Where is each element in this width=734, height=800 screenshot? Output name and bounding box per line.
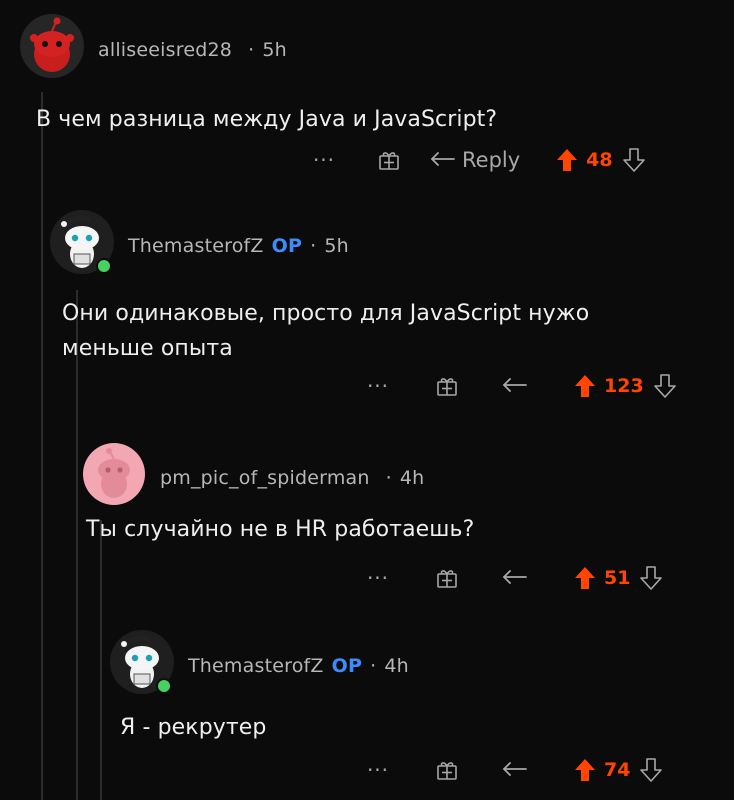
comment-meta: alliseeisred28 · 5h [98, 39, 287, 61]
timestamp: 5h [324, 235, 349, 257]
comment-actions: ··· 123 [360, 368, 676, 404]
comment-meta: ThemasterofZ OP · 4h [188, 655, 409, 677]
op-badge: OP [271, 235, 303, 257]
thread-line[interactable] [100, 520, 102, 800]
award-icon[interactable] [436, 375, 458, 397]
award-icon[interactable] [436, 567, 458, 589]
comment-meta: ThemasterofZ OP · 5h [128, 235, 349, 257]
reply-arrow-icon [431, 152, 455, 166]
comment-text: Ты случайно не в HR работаешь? [86, 517, 475, 542]
downvote-button[interactable] [653, 374, 676, 398]
separator-dot: · [385, 467, 392, 489]
username-link[interactable]: ThemasterofZ [128, 235, 264, 257]
separator-dot: · [370, 655, 377, 677]
comment-text: В чем разница между Java и JavaScript? [36, 107, 498, 132]
reply-arrow-icon [503, 762, 527, 776]
upvote-button[interactable] [574, 566, 596, 590]
reply-button[interactable]: Reply [430, 148, 520, 172]
more-options-button[interactable]: ··· [360, 758, 396, 782]
vote-score: 123 [604, 375, 644, 397]
separator-dot: · [310, 235, 317, 257]
more-options-button[interactable]: ··· [360, 566, 396, 590]
downvote-button[interactable] [622, 148, 645, 172]
reply-label: Reply [462, 148, 521, 172]
red-snoo-avatar-icon[interactable] [20, 14, 84, 78]
thread-line[interactable] [76, 290, 78, 800]
more-options-button[interactable]: ··· [306, 148, 342, 172]
timestamp: 5h [262, 39, 287, 61]
pink-snoo-avatar-icon[interactable] [82, 442, 146, 506]
username-link[interactable]: alliseeisred28 [98, 39, 232, 61]
upvote-button[interactable] [556, 148, 578, 172]
username-link[interactable]: ThemasterofZ [188, 655, 324, 677]
downvote-button[interactable] [640, 758, 663, 782]
comment-actions: ··· 74 [360, 752, 663, 788]
reply-button[interactable] [502, 569, 528, 587]
reply-arrow-icon [503, 378, 527, 392]
reply-button[interactable] [502, 761, 528, 779]
username-link[interactable]: pm_pic_of_spiderman [160, 467, 370, 489]
vote-score: 51 [604, 567, 631, 589]
comment-text: Они одинаковые, просто для JavaScript ну… [62, 301, 590, 361]
comment: pm_pic_of_spiderman · 4h Ты случайно не в … [82, 442, 734, 542]
comment-meta: pm_pic_of_spiderman · 4h [160, 467, 424, 489]
vote-score: 48 [586, 149, 613, 171]
timestamp: 4h [384, 655, 409, 677]
timestamp: 4h [399, 467, 425, 489]
comment: alliseeisred28 · 5h В чем разница между Ja… [20, 14, 734, 132]
comment-text: Я - рекрутер [120, 715, 267, 740]
comment: ThemasterofZ OP · 5h Они одинаковые, просто… [50, 210, 734, 361]
vote-score: 74 [604, 759, 631, 781]
reply-arrow-icon [503, 570, 527, 584]
more-options-button[interactable]: ··· [360, 374, 396, 398]
award-icon[interactable] [436, 759, 458, 781]
upvote-button[interactable] [574, 374, 596, 398]
comment: ThemasterofZ OP · 4h Я - рекрутер [110, 630, 734, 740]
downvote-button[interactable] [640, 566, 663, 590]
comment-actions: ··· Reply 48 [306, 142, 645, 178]
reply-button[interactable] [502, 377, 528, 395]
award-icon[interactable] [378, 149, 400, 171]
thread-line[interactable] [41, 92, 43, 800]
snoo-avatar-icon[interactable] [110, 630, 174, 694]
snoo-avatar-icon[interactable] [50, 210, 114, 274]
separator-dot: · [248, 39, 255, 61]
comment-actions: ··· 51 [360, 560, 663, 596]
op-badge: OP [331, 655, 363, 677]
upvote-button[interactable] [574, 758, 596, 782]
